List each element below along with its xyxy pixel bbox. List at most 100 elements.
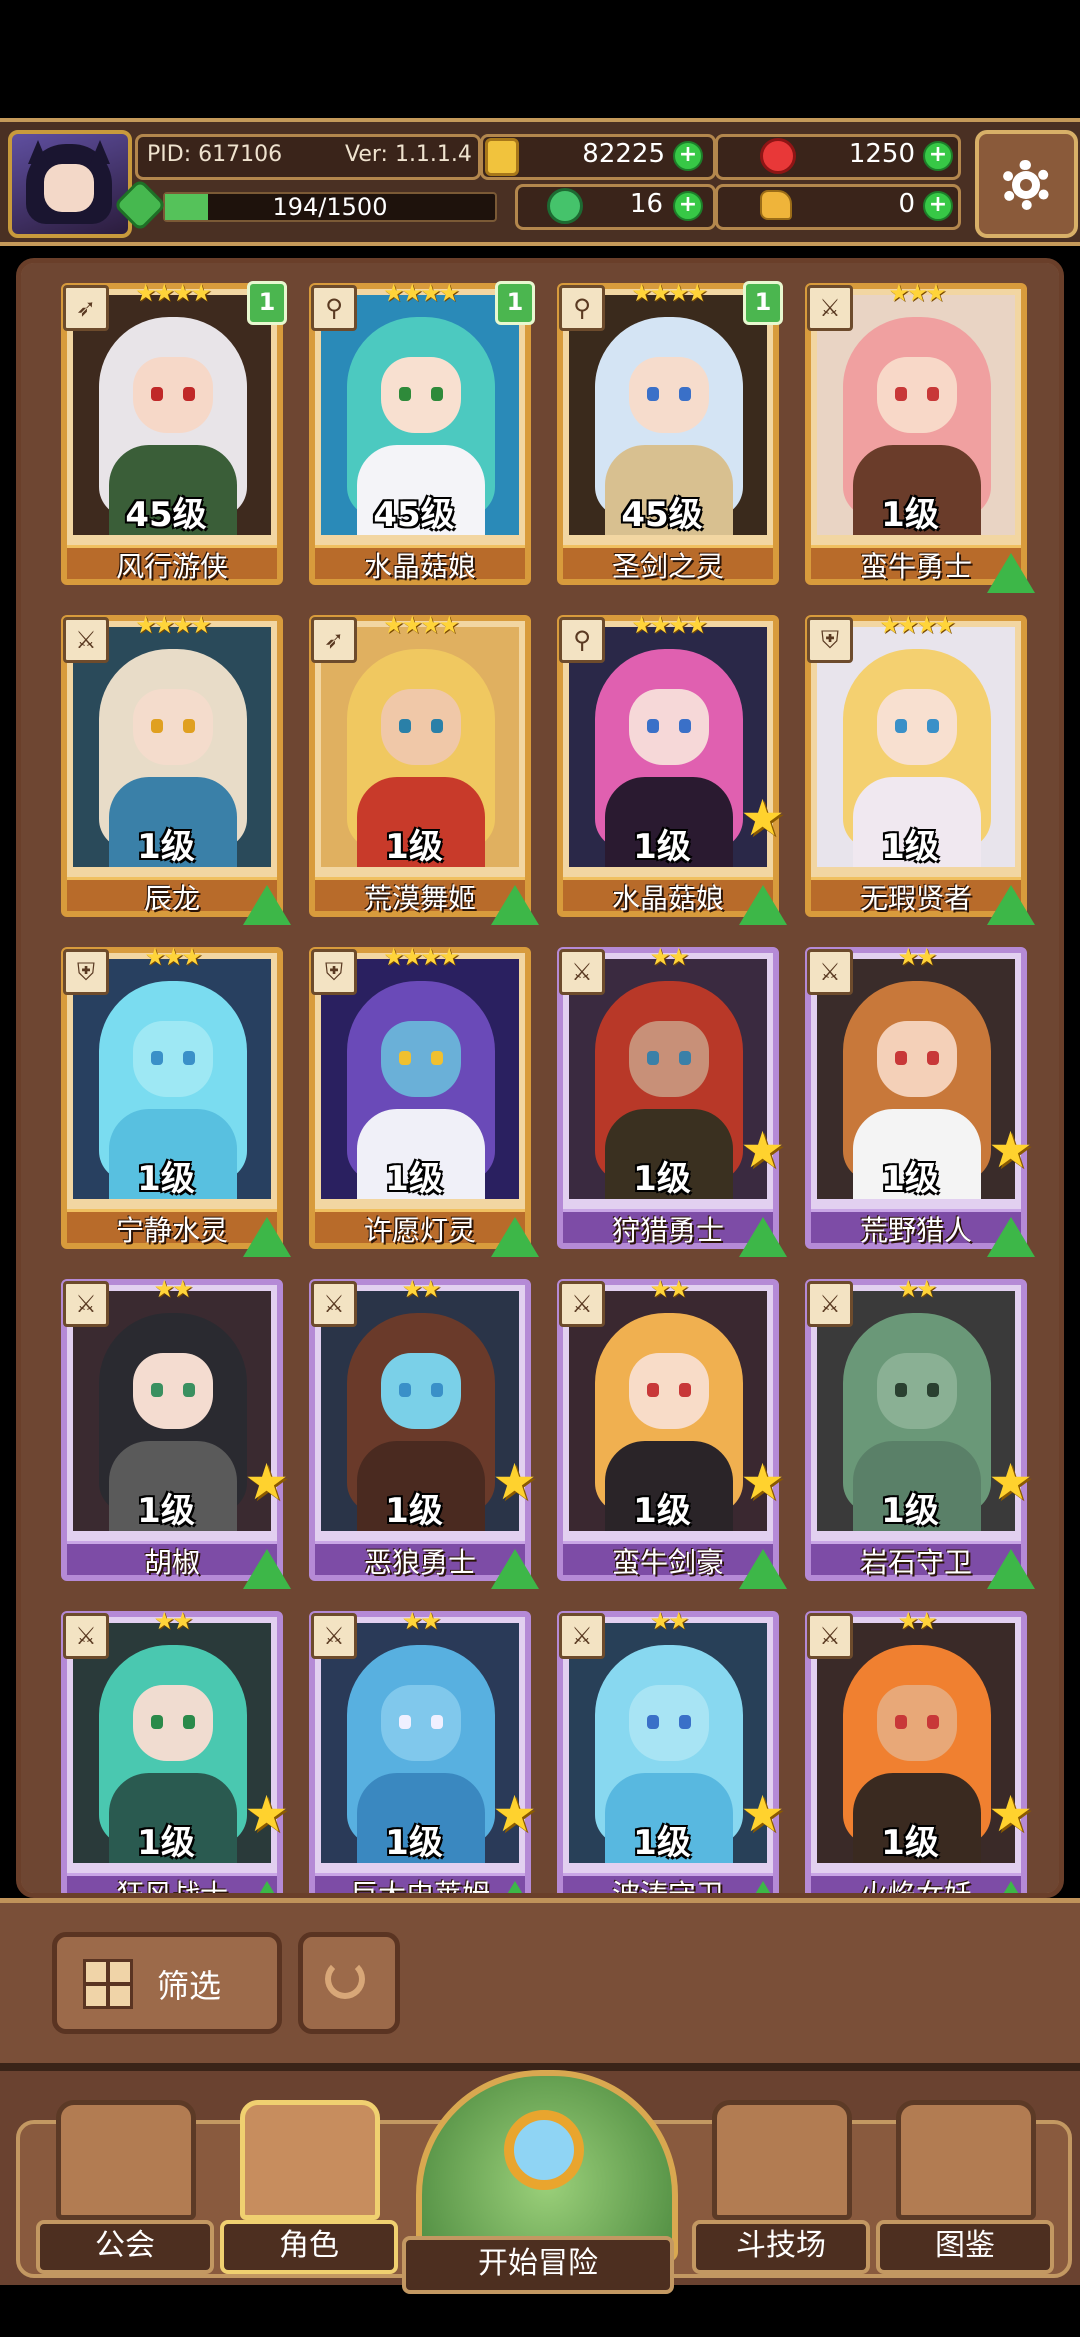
portrait-face [629, 689, 709, 765]
character-card[interactable]: 1级 荒野猎人 ⚔ ★★ ★ [805, 943, 1035, 1259]
character-card[interactable]: 1级 巨大史莱姆 ⚔ ★★ ★ [309, 1607, 539, 1893]
star-rating: ★★★★ [134, 611, 212, 639]
portrait-eye [895, 1051, 907, 1065]
card-level: 1级 [633, 1491, 691, 1531]
character-card[interactable]: 1级 狂风战士 ⚔ ★★ ★ [61, 1607, 291, 1893]
star-rating: ★★ [897, 943, 937, 971]
portrait-face [877, 357, 957, 433]
character-grid-panel[interactable]: 45级 风行游侠 ➶ ★★★★ 1 45级 水晶菇娘 ⚲ ★★★★ 1 45级 圣剑之灵 ⚲ ★★★★ 1 1… [16, 258, 1064, 1898]
portrait-face [629, 1021, 709, 1097]
portrait-eye [183, 387, 195, 401]
portrait-eye [647, 1715, 659, 1729]
magnifier-icon [504, 2110, 584, 2190]
portrait-eye [399, 719, 411, 733]
upgrade-arrow-icon [491, 1881, 539, 1893]
card-level: 45级 [621, 495, 703, 535]
portrait-eye [895, 719, 907, 733]
portrait-eye [399, 1383, 411, 1397]
character-card[interactable]: 1级 狩猎勇士 ⚔ ★★ ★ [557, 943, 787, 1259]
star-rating: ★★★★ [382, 611, 460, 639]
player-avatar[interactable] [8, 130, 132, 238]
character-head-icon [240, 2100, 380, 2220]
portrait-eye [431, 1383, 443, 1397]
upgrade-arrow-icon [987, 885, 1035, 925]
card-name: 圣剑之灵 [611, 550, 724, 583]
nav-character-label: 角色 [220, 2220, 398, 2274]
character-card[interactable]: 1级 胡椒 ⚔ ★★ ★ [61, 1275, 291, 1591]
card-level: 1级 [881, 827, 939, 867]
upgrade-arrow-icon [491, 1549, 539, 1589]
portrait-face [877, 1685, 957, 1761]
add-hand-button[interactable]: + [923, 191, 953, 221]
portrait-face [133, 689, 213, 765]
add-gems-button[interactable]: + [923, 141, 953, 171]
character-card[interactable]: 45级 圣剑之灵 ⚲ ★★★★ 1 [557, 279, 783, 595]
portrait-face [133, 357, 213, 433]
portrait-eye [151, 719, 163, 733]
character-card[interactable]: 1级 无瑕贤者 ⛨ ★★★★ [805, 611, 1035, 927]
duplicate-count-badge: 1 [743, 281, 783, 325]
resource-row-bottom: 194/1500 16 + 0 + [113, 178, 965, 232]
portrait-eye [647, 1383, 659, 1397]
crossed-swords-icon [712, 2100, 852, 2220]
portrait-eye [431, 1715, 443, 1729]
character-card[interactable]: 1级 恶狼勇士 ⚔ ★★ ★ [309, 1275, 539, 1591]
portrait-face [133, 1353, 213, 1429]
star-icon: ★ [988, 1121, 1033, 1179]
portrait-eye [431, 1051, 443, 1065]
star-rating: ★★ [401, 1607, 441, 1635]
card-level: 1级 [137, 1491, 195, 1531]
portrait-eye [151, 1051, 163, 1065]
card-level: 1级 [633, 1823, 691, 1863]
add-gold-button[interactable]: + [673, 141, 703, 171]
star-icon: ★ [740, 1785, 785, 1843]
character-card[interactable]: 45级 风行游侠 ➶ ★★★★ 1 [61, 279, 287, 595]
portrait-eye [431, 719, 443, 733]
upgrade-arrow-icon [739, 1881, 787, 1893]
upgrade-arrow-icon [987, 1549, 1035, 1589]
character-card[interactable]: 1级 辰龙 ⚔ ★★★★ [61, 611, 291, 927]
ruby-gem-icon [760, 138, 796, 174]
character-card[interactable]: 1级 波涛守卫 ⚔ ★★ ★ [557, 1607, 787, 1893]
settings-button[interactable] [975, 130, 1078, 238]
portrait-eye [679, 1715, 691, 1729]
nav-codex-label: 图鉴 [876, 2220, 1054, 2274]
portrait-eye [679, 1383, 691, 1397]
duplicate-count-badge: 1 [247, 281, 287, 325]
character-card[interactable]: 1级 火焰女妖 ⚔ ★★ ★ [805, 1607, 1035, 1893]
gold-coin-icon [485, 138, 519, 176]
character-card[interactable]: 1级 蛮牛勇士 ⚔ ★★★ [805, 279, 1035, 595]
character-card[interactable]: 45级 水晶菇娘 ⚲ ★★★★ 1 [309, 279, 535, 595]
card-level: 1级 [137, 1823, 195, 1863]
portrait-face [381, 1685, 461, 1761]
portrait-face [381, 689, 461, 765]
upgrade-arrow-icon [739, 1549, 787, 1589]
card-level: 1级 [881, 1491, 939, 1531]
card-name: 水晶菇娘 [363, 550, 476, 583]
avatar-face [44, 164, 94, 212]
pid-label: PID: 617106 [147, 142, 283, 167]
upgrade-arrow-icon [987, 1217, 1035, 1257]
star-rating: ★★ [153, 1607, 193, 1635]
character-card[interactable]: 1级 宁静水灵 ⛨ ★★★ [61, 943, 291, 1259]
character-card[interactable]: 1级 许愿灯灵 ⛨ ★★★★ [309, 943, 539, 1259]
portrait-eye [679, 1051, 691, 1065]
refresh-button[interactable] [298, 1932, 400, 2034]
duplicate-count-badge: 1 [495, 281, 535, 325]
portrait-eye [679, 719, 691, 733]
resource-row-top: PID: 617106 Ver: 1.1.1.4 82225 + 1250 + [135, 134, 965, 180]
card-level: 1级 [881, 1823, 939, 1863]
upgrade-arrow-icon [243, 1549, 291, 1589]
filter-button[interactable]: 筛选 [52, 1932, 282, 2034]
character-grid: 45级 风行游侠 ➶ ★★★★ 1 45级 水晶菇娘 ⚲ ★★★★ 1 45级 圣剑之灵 ⚲ ★★★★ 1 1… [21, 263, 1059, 1893]
nav-arena-label: 斗技场 [692, 2220, 870, 2274]
character-card[interactable]: 1级 蛮牛剑豪 ⚔ ★★ ★ [557, 1275, 787, 1591]
character-card[interactable]: 1级 荒漠舞姬 ➶ ★★★★ [309, 611, 539, 927]
gem-amount: 1250 [848, 139, 915, 169]
avatar-ear-right [90, 140, 110, 164]
character-card[interactable]: 1级 水晶菇娘 ⚲ ★★★★ ★ [557, 611, 787, 927]
character-card[interactable]: 1级 岩石守卫 ⚔ ★★ ★ [805, 1275, 1035, 1591]
star-rating: ★★★ [888, 279, 947, 307]
add-clover-button[interactable]: + [673, 191, 703, 221]
portrait-eye [927, 1051, 939, 1065]
